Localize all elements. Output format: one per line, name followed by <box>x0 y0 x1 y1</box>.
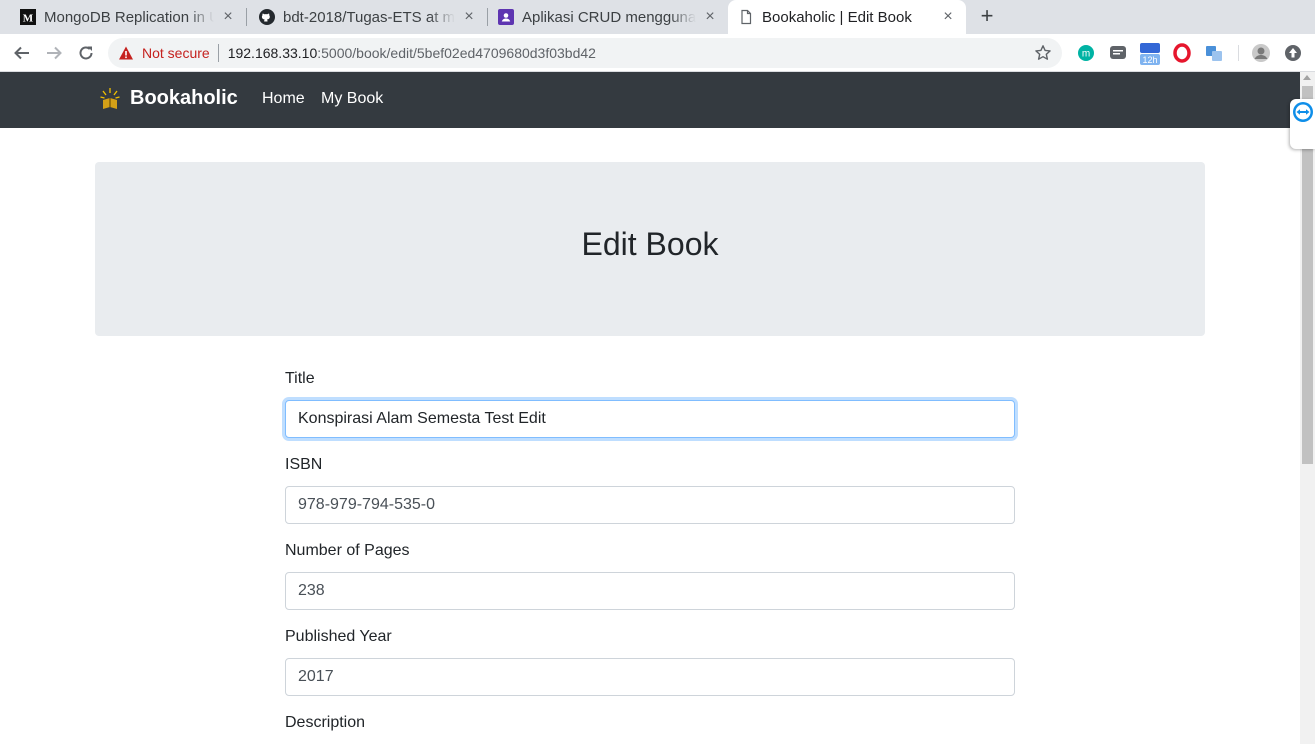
description-label: Description <box>285 714 366 731</box>
tab-label: Bookaholic | Edit Book <box>762 8 912 26</box>
new-tab-button[interactable]: + <box>976 5 998 28</box>
page-icon <box>738 9 754 25</box>
pages-label: Number of Pages <box>285 542 410 559</box>
forward-button[interactable] <box>41 40 67 66</box>
page-scrollbar[interactable] <box>1300 72 1315 744</box>
translate-extension-icon[interactable] <box>1204 43 1224 63</box>
title-input[interactable] <box>285 400 1015 438</box>
reload-icon <box>79 46 93 60</box>
browser-toolbar: Not secure 192.168.33.10:5000/book/edit/… <box>0 34 1315 72</box>
address-bar[interactable]: Not secure 192.168.33.10:5000/book/edit/… <box>108 38 1062 68</box>
security-label[interactable]: Not secure <box>142 45 210 61</box>
tab-strip: M MongoDB Replication in U × bdt-2018/Tu… <box>0 0 1315 34</box>
back-arrow-icon <box>14 46 29 60</box>
tab-label: MongoDB Replication in U <box>44 8 214 26</box>
brand-link[interactable]: Bookaholic <box>100 86 238 110</box>
toolbar-divider <box>1238 45 1239 61</box>
site-navbar: Bookaholic Home My Book <box>0 72 1300 128</box>
calendar-extension-icon[interactable]: 12h <box>1138 41 1162 67</box>
reload-button[interactable] <box>73 40 99 66</box>
published-year-input[interactable] <box>285 658 1015 696</box>
update-menu-icon[interactable] <box>1283 43 1303 63</box>
teamviewer-icon <box>1293 102 1313 122</box>
isbn-label: ISBN <box>285 456 323 473</box>
svg-text:12h: 12h <box>1142 55 1157 65</box>
tab-github-tugas[interactable]: bdt-2018/Tugas-ETS at ma × <box>247 0 487 34</box>
nav-link-my-book[interactable]: My Book <box>321 90 383 108</box>
nav-link-home[interactable]: Home <box>262 90 305 108</box>
tab-label: bdt-2018/Tugas-ETS at ma <box>283 8 455 26</box>
tab-mongodb-replication[interactable]: M MongoDB Replication in U × <box>0 0 246 34</box>
medium-icon: M <box>20 9 36 25</box>
isbn-input[interactable] <box>285 486 1015 524</box>
published-year-label: Published Year <box>285 628 392 645</box>
url-path[interactable]: :5000/book/edit/5bef02ed4709680d3f03bd42 <box>317 45 596 61</box>
warning-icon[interactable] <box>118 45 134 61</box>
back-button[interactable] <box>9 40 35 66</box>
url-host[interactable]: 192.168.33.10 <box>228 45 318 61</box>
scroll-up-arrow-icon[interactable] <box>1303 75 1311 80</box>
remote-support-widget[interactable] <box>1290 99 1315 149</box>
extension-m-icon[interactable]: m <box>1076 43 1096 63</box>
bookmark-star-icon[interactable] <box>1034 44 1052 62</box>
close-icon[interactable]: × <box>940 9 956 25</box>
github-icon <box>259 9 275 25</box>
tab-bookaholic-edit-book[interactable]: Bookaholic | Edit Book × <box>728 0 966 34</box>
close-icon[interactable]: × <box>461 9 477 25</box>
forward-arrow-icon <box>47 46 62 60</box>
title-label: Title <box>285 370 315 387</box>
svg-text:M: M <box>23 13 34 25</box>
page-viewport: Bookaholic Home My Book Edit Book Title … <box>0 72 1300 744</box>
page-title: Edit Book <box>581 226 719 262</box>
omnibox-divider <box>217 44 219 62</box>
chat-extension-icon[interactable] <box>1108 43 1128 63</box>
page-header-jumbotron: Edit Book <box>95 162 1205 336</box>
close-icon[interactable]: × <box>220 9 236 25</box>
tab-label: Aplikasi CRUD menggunak <box>522 8 696 26</box>
profile-avatar[interactable] <box>1251 43 1271 63</box>
pages-input[interactable] <box>285 572 1015 610</box>
close-icon[interactable]: × <box>702 9 718 25</box>
book-logo-icon <box>100 88 120 109</box>
brand-name[interactable]: Bookaholic <box>130 87 238 110</box>
tab-aplikasi-crud[interactable]: Aplikasi CRUD menggunak × <box>488 0 728 34</box>
svg-text:m: m <box>1082 49 1090 60</box>
opera-extension-icon[interactable] <box>1172 43 1192 63</box>
classroom-icon <box>498 9 514 25</box>
